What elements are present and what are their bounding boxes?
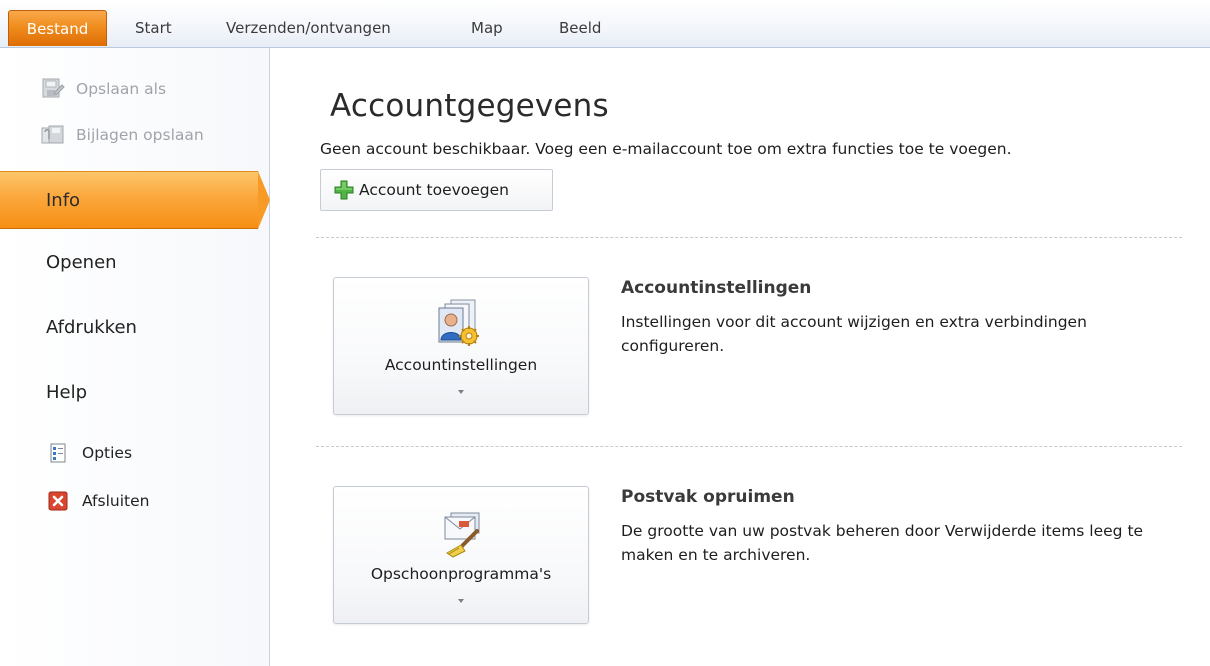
account-settings-button[interactable]: Accountinstellingen <box>333 277 589 415</box>
add-account-label: Account toevoegen <box>359 181 509 199</box>
add-account-button[interactable]: Account toevoegen <box>320 169 553 211</box>
chevron-down-icon <box>458 599 464 603</box>
exit-button[interactable]: Afsluiten <box>46 484 149 518</box>
account-settings-icon <box>429 298 493 350</box>
section-divider <box>316 237 1182 238</box>
mailbox-cleanup-title: Postvak opruimen <box>621 487 795 507</box>
no-account-message: Geen account beschikbaar. Voeg een e-mai… <box>320 140 1012 158</box>
nav-item-info-label: Info <box>46 190 81 211</box>
tab-view[interactable]: Beeld <box>559 10 601 46</box>
options-icon <box>46 442 72 464</box>
tab-file[interactable]: Bestand <box>8 10 107 46</box>
save-attachments-label: Bijlagen opslaan <box>76 126 204 144</box>
tab-folder[interactable]: Map <box>471 10 503 46</box>
cleanup-tools-button-label: Opschoonprogramma's <box>370 565 552 583</box>
save-as-label: Opslaan als <box>76 80 167 98</box>
save-as-button[interactable]: Opslaan als <box>40 72 166 106</box>
ribbon-tab-bar: Bestand Start Verzenden/ontvangen Map Be… <box>0 0 1210 48</box>
nav-item-print[interactable]: Afdrukken <box>0 301 270 355</box>
account-settings-description: Instellingen voor dit account wijzigen e… <box>621 313 1087 355</box>
save-attachments-button[interactable]: Bijlagen opslaan <box>40 118 204 152</box>
section-divider <box>316 446 1182 447</box>
exit-label: Afsluiten <box>82 492 150 510</box>
chevron-down-icon <box>458 390 464 394</box>
backstage-nav: Opslaan als Bijlagen opslaan Info Openen… <box>0 48 270 666</box>
nav-item-help[interactable]: Help <box>0 366 270 420</box>
account-settings-title: Accountinstellingen <box>621 278 812 298</box>
nav-item-help-label: Help <box>46 382 88 403</box>
exit-icon <box>46 490 72 512</box>
nav-item-open-label: Openen <box>46 252 117 273</box>
selected-indicator-arrow <box>258 171 270 229</box>
save-attachments-icon <box>40 124 66 146</box>
page-title: Accountgegevens <box>330 88 609 124</box>
nav-item-open[interactable]: Openen <box>0 236 270 290</box>
options-button[interactable]: Opties <box>46 436 132 470</box>
mailbox-cleanup-description: De grootte van uw postvak beheren door V… <box>621 522 1144 564</box>
nav-item-info[interactable]: Info <box>0 171 258 229</box>
account-settings-button-label: Accountinstellingen <box>384 356 538 374</box>
cleanup-tools-button[interactable]: Opschoonprogramma's <box>333 486 589 624</box>
nav-item-print-label: Afdrukken <box>46 317 137 338</box>
add-plus-icon <box>333 179 355 201</box>
save-as-icon <box>40 78 66 100</box>
mailbox-cleanup-icon <box>429 507 493 559</box>
tab-start[interactable]: Start <box>135 10 172 46</box>
options-label: Opties <box>82 444 133 462</box>
tab-send-receive[interactable]: Verzenden/ontvangen <box>226 10 391 46</box>
